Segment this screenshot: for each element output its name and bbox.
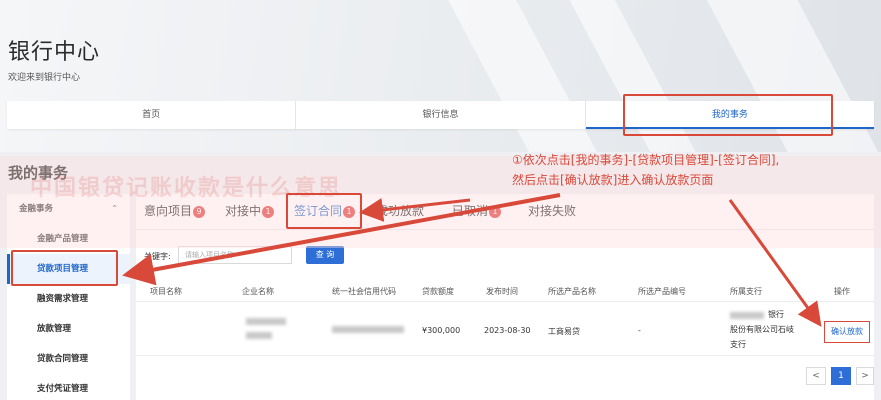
pagination-next-button[interactable]: > <box>856 367 874 385</box>
confirm-disbursement-button[interactable]: 确认放款 <box>824 321 870 343</box>
tab-badge: 9 <box>193 206 206 218</box>
nav-home[interactable]: 首页 <box>7 101 297 129</box>
tab-connecting[interactable]: 对接中 1 <box>225 202 275 219</box>
column-header: 所选产品编号 <box>638 287 686 296</box>
publish-date-cell: 2023-08-30 <box>484 326 531 335</box>
tab-label: 意向项目 <box>144 204 193 218</box>
annotation-box-loan-projects <box>11 250 118 286</box>
tab-badge: 1 <box>489 206 502 218</box>
sidebar-group-label: 金融事务 <box>19 204 54 214</box>
tab-badge: 1 <box>262 206 275 218</box>
redacted-bank-name <box>730 312 764 319</box>
sidebar-item-financing-needs[interactable]: 融资需求管理 <box>7 284 130 314</box>
annotation-box-my-affairs <box>623 94 833 136</box>
column-header: 企业名称 <box>242 287 274 296</box>
annotation-instructions: ①依次点击[我的事务]-[贷款项目管理]-[签订合同], 然后点击[确认放款]进… <box>512 150 779 190</box>
tab-connect-failed[interactable]: 对接失败 <box>528 202 576 219</box>
branch-cell-line: 银行 <box>768 310 784 319</box>
table-header: 项目名称 企业名称 统一社会信用代码 贷款额度 发布时间 所选产品名称 所选产品… <box>136 282 874 302</box>
pagination-page-1[interactable]: 1 <box>831 367 851 385</box>
branch-cell-line: 支行 <box>730 340 746 349</box>
tab-label: 已取消 <box>452 204 489 218</box>
search-label: 关键字: <box>144 252 171 261</box>
tab-label: 对接失败 <box>528 204 577 218</box>
column-header: 贷款额度 <box>422 287 454 296</box>
annotation-box-sign-contract <box>286 193 362 229</box>
page-title: 银行中心 <box>8 40 101 65</box>
tab-intention[interactable]: 意向项目 9 <box>144 202 206 219</box>
tab-label: 成功放款 <box>376 204 425 218</box>
annotation-line: ①依次点击[我的事务]-[贷款项目管理]-[签订合同], <box>512 153 780 167</box>
sidebar: 金融事务 ⌃ 金融产品管理 贷款项目管理 融资需求管理 放款管理 贷款合同管理 … <box>7 194 130 400</box>
nav-bank-info[interactable]: 银行信息 <box>296 101 586 129</box>
amount-cell: ¥300,000 <box>422 326 461 335</box>
sidebar-item-loan-contracts[interactable]: 贷款合同管理 <box>7 344 130 374</box>
main-panel: 意向项目 9 对接中 1 签订合同 1 成功放款 已取消 1 对接失败 关键字: 请输入… <box>136 194 874 400</box>
annotation-line: 然后点击[确认放款]进入确认放款页面 <box>512 173 714 187</box>
tab-loan-success[interactable]: 成功放款 <box>376 202 424 219</box>
column-header: 项目名称 <box>150 287 182 296</box>
sidebar-item-disbursement[interactable]: 放款管理 <box>7 314 130 344</box>
redacted-credit-code <box>332 326 404 333</box>
column-header: 所属支行 <box>730 287 762 296</box>
column-header: 统一社会信用代码 <box>332 287 396 296</box>
page-subtitle: 欢迎来到银行中心 <box>8 73 81 83</box>
tab-cancelled[interactable]: 已取消 1 <box>452 202 502 219</box>
redacted-company-name <box>246 332 272 339</box>
sidebar-item-payment-vouchers[interactable]: 支付凭证管理 <box>7 374 130 400</box>
column-header: 操作 <box>834 287 850 296</box>
tab-label: 对接中 <box>225 204 262 218</box>
redacted-company-name <box>246 318 286 325</box>
table-row: ¥300,000 2023-08-30 工商易贷 - 银行 股份有限公司石岐 支… <box>136 306 874 356</box>
column-header: 发布时间 <box>486 287 518 296</box>
search-input[interactable]: 请输入项目名称 <box>178 246 292 264</box>
product-name-cell: 工商易贷 <box>548 327 580 336</box>
product-code-cell: - <box>638 326 641 335</box>
search-button[interactable]: 查 询 <box>306 246 344 264</box>
branch-cell-line: 股份有限公司石岐 <box>730 325 794 334</box>
column-header: 所选产品名称 <box>548 287 596 296</box>
pagination-prev-button[interactable]: < <box>806 367 826 385</box>
